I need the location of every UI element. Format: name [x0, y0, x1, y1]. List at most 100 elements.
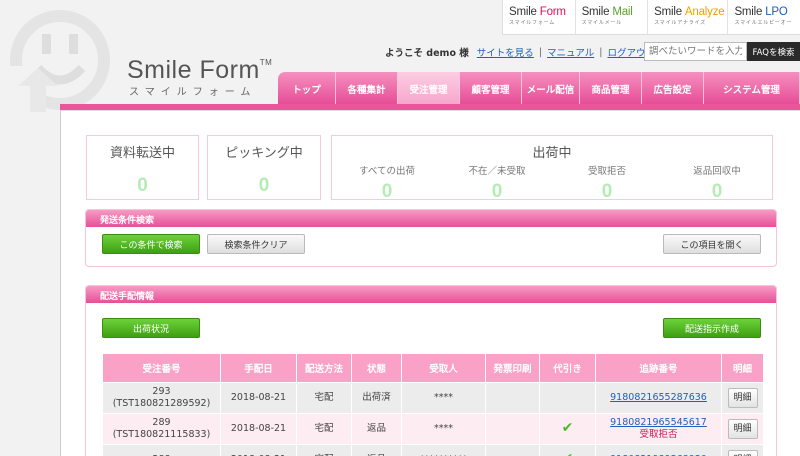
delivery-info-section: 配送手配情報 出荷状況 配送指示作成 受注番号 手配日 配送方法 状態 受取人 発票印刷代… — [85, 285, 777, 456]
detail-button[interactable]: 明細 — [727, 388, 758, 408]
product-name: Smile Form — [509, 6, 566, 18]
section-title: 配送手配情報 — [86, 286, 776, 303]
product-form[interactable]: Smile Form スマイルフォーム — [503, 0, 576, 34]
product-lpo[interactable]: Smile LPO スマイルエルピーオー — [728, 0, 800, 34]
table-row: 293 (TST180821289592) 2018-08-21 宅配 出荷済 **** 9… — [102, 382, 764, 414]
check-icon: ✔ — [561, 420, 574, 437]
product-analyze[interactable]: Smile Analyze スマイルアナライズ — [648, 0, 729, 34]
faq-search-button[interactable]: FAQを検索 — [747, 42, 800, 61]
invoice-print — [485, 413, 540, 445]
nav-tab-3[interactable]: 顧客管理 — [460, 72, 522, 105]
stat-value: 0 — [137, 175, 148, 196]
stat-transfer[interactable]: 資料転送中 0 — [86, 135, 199, 200]
tracking-number-link[interactable]: 9180821965545617 — [610, 417, 707, 428]
search-button[interactable]: この条件で検索 — [102, 234, 200, 254]
clear-conditions-button[interactable]: 検索条件クリア — [207, 234, 305, 254]
delivery-method: 宅配 — [296, 382, 352, 414]
shipping-substat[interactable]: 返品回収中 0 — [662, 163, 772, 203]
main-nav: トップ 各種集計 受注管理 顧客管理 メール配信 商品管理 広告設定 システム管理 — [278, 72, 800, 105]
delivery-method: 宅配 — [296, 444, 352, 456]
column-header: 状態 — [351, 353, 402, 383]
nav-tab-5[interactable]: 商品管理 — [580, 72, 642, 105]
product-mail[interactable]: Smile Mail スマイルメール — [576, 0, 649, 34]
tracking-cell: 9180821965545617 受取拒否 — [595, 413, 722, 445]
table-row: 2882018-08-21宅配返品********** ✔ 918082198936… — [102, 444, 764, 456]
stat-picking[interactable]: ピッキング中 0 — [207, 135, 321, 200]
nav-tab-4[interactable]: メール配信 — [522, 72, 580, 105]
check-icon: ✔ — [562, 451, 574, 456]
column-header: 配送方法 — [296, 353, 352, 383]
product-name: Smile LPO — [734, 6, 788, 18]
order-status: 返品 — [351, 413, 402, 445]
substat-label: 返品回収中 — [693, 166, 741, 177]
stat-value: 0 — [258, 175, 270, 196]
view-site-link[interactable]: サイトを見る — [477, 45, 534, 59]
arrange-date: 2018-08-21 — [220, 444, 297, 456]
search-conditions-section: 発送条件検索 この条件で検索 検索条件クリア この項目を開く — [85, 209, 777, 267]
separator: | — [599, 46, 603, 58]
product-name: Smile Analyze — [654, 6, 725, 18]
column-header: 代引き — [539, 353, 596, 383]
product-subtitle: スマイルメール — [581, 20, 623, 26]
section-title: 発送条件検索 — [86, 210, 776, 227]
product-subtitle: スマイルエルピーオー — [734, 20, 793, 26]
order-number: 288 — [102, 444, 221, 456]
detail-button[interactable]: 明細 — [727, 419, 758, 439]
table-row: 289 (TST180821115833) 2018-08-21 宅配 返品 **** ✔ 9… — [102, 413, 764, 445]
product-subtitle: スマイルフォーム — [509, 20, 556, 26]
product-subtitle: スマイルアナライズ — [654, 20, 706, 26]
open-section-button[interactable]: この項目を開く — [663, 234, 761, 254]
recipient: ********** — [401, 444, 486, 456]
detail-cell: 明細 — [721, 382, 764, 414]
create-delivery-button[interactable]: 配送指示作成 — [663, 318, 761, 338]
recipient: **** — [401, 413, 486, 445]
cod-cell — [539, 382, 596, 414]
tracking-number-link[interactable]: 9180821655287636 — [610, 392, 707, 403]
cod-cell: ✔ — [539, 413, 596, 445]
stat-shipping: 出荷中 すべての出荷 0 不在／未受取 0 受取拒否 0 返品回収中 0 — [331, 135, 773, 203]
user-bar: ようこそ demo 様 サイトを見る | マニュアル | ログアウト — [385, 45, 655, 60]
invoice-print — [485, 444, 540, 456]
detail-button[interactable]: 明細 — [727, 450, 758, 456]
product-bar: Smile Form スマイルフォーム Smile Mail スマイルメール Smile… — [502, 0, 800, 35]
main-panel: 資料転送中 0 ピッキング中 0 出荷中 すべての出荷 0 不在／未受取 0 受取拒否 0… — [60, 110, 800, 456]
nav-tab-7[interactable]: システム管理 — [704, 72, 800, 105]
cod-cell: ✔ — [539, 444, 596, 456]
detail-cell: 明細 — [721, 444, 764, 456]
order-status: 出荷済 — [351, 382, 402, 414]
shipping-status-button[interactable]: 出荷状況 — [102, 318, 200, 338]
logo-title: Smile FormTM — [127, 56, 273, 84]
substat-value: 0 — [601, 181, 613, 202]
order-number: 293 (TST180821289592) — [102, 382, 221, 414]
welcome-text: ようこそ demo 様 — [385, 48, 469, 59]
order-number: 289 (TST180821115833) — [102, 413, 221, 445]
stat-label: 資料転送中 — [109, 146, 175, 161]
arrange-date: 2018-08-21 — [220, 413, 297, 445]
column-header: 手配日 — [220, 353, 297, 383]
smile-logo-icon — [8, 10, 110, 112]
order-status: 返品 — [351, 444, 402, 456]
stat-group-title: 出荷中 — [532, 146, 572, 161]
shipping-substat[interactable]: 不在／未受取 0 — [442, 163, 552, 203]
substat-value: 0 — [491, 181, 503, 202]
substat-label: 受取拒否 — [587, 166, 626, 177]
product-name: Smile Mail — [581, 6, 633, 18]
nav-tab-1[interactable]: 各種集計 — [336, 72, 398, 105]
invoice-print — [485, 382, 540, 414]
separator: | — [538, 46, 543, 58]
delivery-table: 受注番号 手配日 配送方法 状態 受取人 発票印刷 代引き 追跡番号 明細 293 (TST180… — [102, 353, 764, 456]
delivery-method: 宅配 — [296, 413, 352, 445]
substat-value: 0 — [381, 181, 393, 202]
column-header: 受取人 — [401, 353, 486, 383]
shipping-substat[interactable]: すべての出荷 0 — [332, 163, 442, 203]
manual-link[interactable]: マニュアル — [547, 45, 594, 59]
shipping-substat[interactable]: 受取拒否 0 — [552, 163, 662, 203]
recipient: **** — [401, 382, 486, 414]
nav-tab-6[interactable]: 広告設定 — [642, 72, 704, 105]
detail-cell: 明細 — [721, 413, 764, 445]
search-input[interactable] — [644, 42, 747, 61]
substat-value: 0 — [711, 181, 723, 202]
nav-tab-2[interactable]: 受注管理 — [398, 72, 460, 105]
nav-tab-0[interactable]: トップ — [278, 72, 336, 105]
arrange-date: 2018-08-21 — [220, 382, 297, 414]
